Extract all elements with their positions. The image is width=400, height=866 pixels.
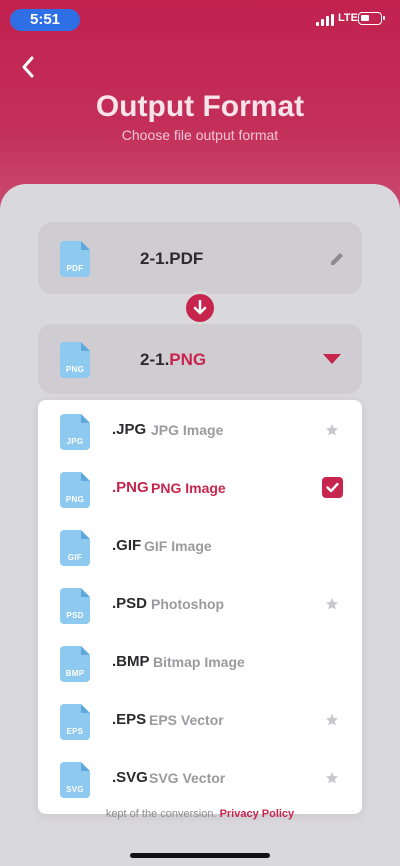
jpg-file-icon: JPG xyxy=(60,414,90,450)
format-desc: PNG Image xyxy=(151,480,226,496)
star-icon[interactable] xyxy=(325,713,339,727)
convert-arrow-button[interactable] xyxy=(183,291,217,325)
format-desc: EPS Vector xyxy=(149,712,224,728)
png-file-icon: PNG xyxy=(60,472,90,508)
format-ext: .EPS xyxy=(112,711,147,728)
format-menu: JPG .JPG JPG Image PNG .PNG PNG Image GI… xyxy=(38,400,362,814)
checkbox-checked-icon[interactable] xyxy=(322,477,343,498)
star-icon[interactable] xyxy=(325,597,339,611)
format-desc: Photoshop xyxy=(151,596,225,612)
png-file-icon: PNG xyxy=(60,342,90,378)
eps-file-icon: EPS xyxy=(60,704,90,740)
page-title: Output Format xyxy=(95,90,305,123)
format-ext: .PSD xyxy=(112,595,148,612)
format-ext: .BMP xyxy=(112,653,150,670)
psd-file-icon: PSD xyxy=(60,588,90,624)
target-format-dropdown[interactable]: PNG 2-1.PNG xyxy=(38,324,362,394)
format-option-jpg[interactable]: JPG .JPG JPG Image xyxy=(38,401,362,459)
format-desc: SVG Vector xyxy=(149,770,226,786)
target-file-name: 2-1.PNG xyxy=(140,350,207,369)
star-icon[interactable] xyxy=(325,423,339,437)
format-option-psd[interactable]: PSD .PSD Photoshop xyxy=(38,575,362,633)
bmp-file-icon: BMP xyxy=(60,646,90,682)
format-option-svg[interactable]: SVG .SVG SVG Vector xyxy=(38,749,362,807)
arrow-down-icon xyxy=(193,299,207,315)
pdf-file-icon: PDF xyxy=(60,241,90,277)
footer-note: kept of the conversion. Privacy Policy xyxy=(105,808,295,820)
format-desc: Bitmap Image xyxy=(153,654,245,670)
svg-file-icon: SVG xyxy=(60,762,90,798)
status-time: 5:51 xyxy=(10,9,80,31)
chevron-left-icon xyxy=(22,56,34,78)
pencil-icon xyxy=(331,253,343,265)
home-indicator[interactable] xyxy=(130,853,270,858)
format-ext: .PNG xyxy=(112,479,149,496)
format-option-png[interactable]: PNG .PNG PNG Image xyxy=(38,459,362,517)
status-bar: 5:51 LTE xyxy=(0,0,400,40)
network-label: LTE xyxy=(338,12,358,24)
format-option-eps[interactable]: EPS .EPS EPS Vector xyxy=(38,691,362,749)
source-file-card: PDF 2-1.PDF xyxy=(38,222,362,294)
battery-icon xyxy=(358,12,385,25)
format-desc: GIF Image xyxy=(144,538,212,554)
dropdown-triangle-icon[interactable] xyxy=(323,354,341,364)
source-file-name: 2-1.PDF xyxy=(140,249,204,268)
back-button[interactable] xyxy=(14,52,44,82)
privacy-policy-link[interactable]: Privacy Policy xyxy=(220,808,295,820)
gif-file-icon: GIF xyxy=(60,530,90,566)
format-option-bmp[interactable]: BMP .BMP Bitmap Image xyxy=(38,633,362,691)
format-ext: .GIF xyxy=(112,537,142,554)
page-subtitle: Choose file output format xyxy=(121,127,279,143)
signal-icon xyxy=(316,14,334,26)
edit-name-button[interactable] xyxy=(328,250,346,268)
format-desc: JPG Image xyxy=(151,422,224,438)
format-ext: .SVG xyxy=(112,769,148,786)
format-ext: .JPG xyxy=(112,421,147,438)
format-option-gif[interactable]: GIF .GIF GIF Image xyxy=(38,517,362,575)
star-icon[interactable] xyxy=(325,771,339,785)
